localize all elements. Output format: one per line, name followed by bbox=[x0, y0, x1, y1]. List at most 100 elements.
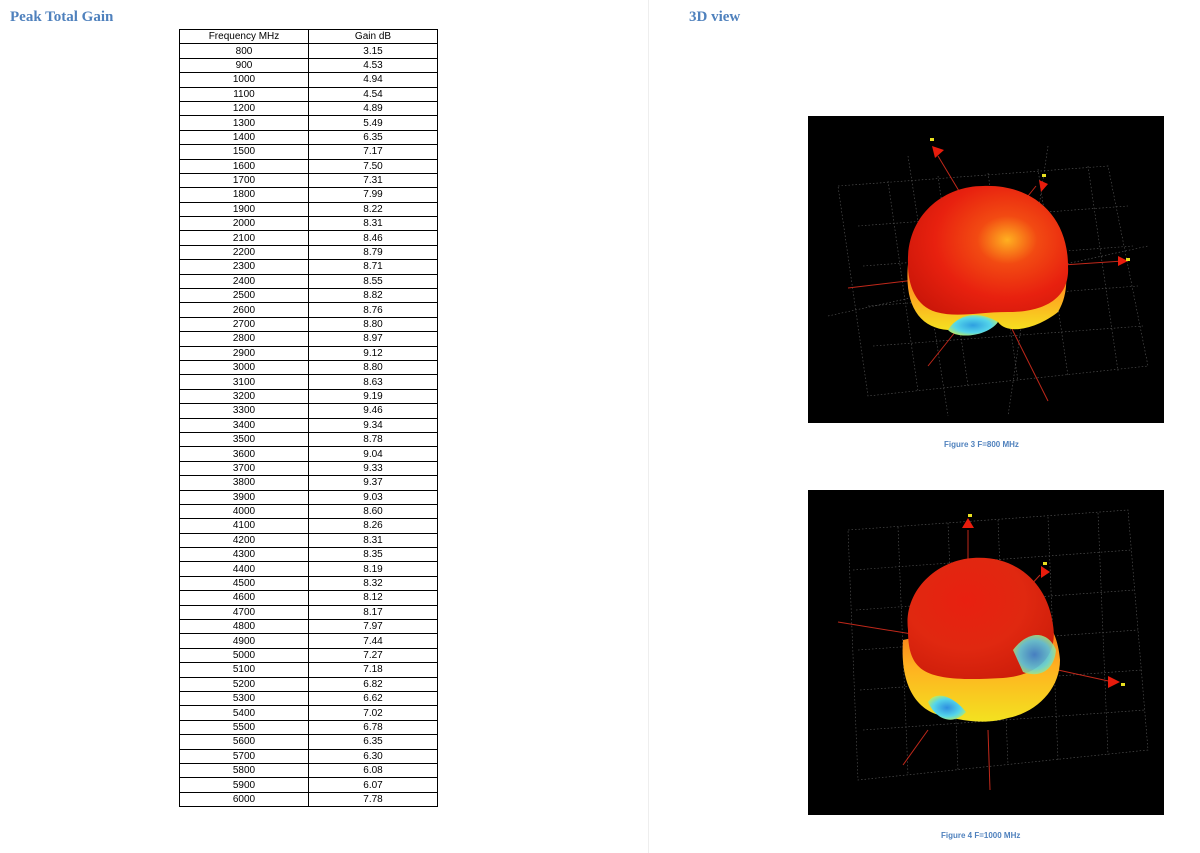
frequency-cell: 1800 bbox=[179, 187, 309, 203]
frequency-cell: 4800 bbox=[179, 619, 309, 635]
gain-cell: 6.78 bbox=[308, 719, 438, 736]
frequency-cell: 3200 bbox=[179, 388, 309, 405]
table-row: 5700 6.30 bbox=[179, 748, 438, 764]
table-row: 2100 8.46 bbox=[179, 230, 438, 246]
table-row: 3500 8.78 bbox=[179, 431, 438, 448]
table-row: 5900 6.07 bbox=[179, 777, 438, 793]
gain-cell: 5.49 bbox=[308, 115, 438, 131]
table-row: 5400 7.02 bbox=[179, 705, 438, 721]
gain-cell: 9.34 bbox=[308, 417, 438, 433]
frequency-cell: 5600 bbox=[179, 734, 309, 750]
table-row: 2900 9.12 bbox=[179, 345, 438, 361]
gain-cell: 6.07 bbox=[308, 777, 438, 793]
gain-table: Frequency MHz Gain dB 800 3.15 900 4.53 1000… bbox=[179, 28, 438, 808]
frequency-cell: 900 bbox=[179, 57, 309, 74]
table-row: 4100 8.26 bbox=[179, 518, 438, 534]
table-row: 2400 8.55 bbox=[179, 273, 438, 290]
right-page: 3D view Figure 3 F=800 MHz Figure 4 F=10… bbox=[649, 0, 1200, 853]
frequency-cell: 2900 bbox=[179, 345, 309, 361]
frequency-cell: 3900 bbox=[179, 489, 309, 505]
frequency-cell: 3500 bbox=[179, 431, 309, 448]
frequency-cell: 3400 bbox=[179, 417, 309, 433]
frequency-cell: 1100 bbox=[179, 86, 309, 102]
table-row: 4700 8.17 bbox=[179, 604, 438, 621]
table-row: 3700 9.33 bbox=[179, 460, 438, 477]
frequency-cell: 5100 bbox=[179, 662, 309, 678]
gain-cell: 8.60 bbox=[308, 503, 438, 520]
table-row: 4000 8.60 bbox=[179, 503, 438, 520]
table-row: 3900 9.03 bbox=[179, 489, 438, 505]
gain-cell: 9.03 bbox=[308, 489, 438, 505]
gain-cell: 8.32 bbox=[308, 575, 438, 592]
frequency-cell: 3100 bbox=[179, 374, 309, 390]
gain-cell: 8.26 bbox=[308, 518, 438, 534]
frequency-cell: 5500 bbox=[179, 719, 309, 736]
table-row: 1400 6.35 bbox=[179, 129, 438, 146]
table-row: 5600 6.35 bbox=[179, 734, 438, 750]
table-row: 1000 4.94 bbox=[179, 72, 438, 88]
gain-cell: 6.35 bbox=[308, 129, 438, 146]
frequency-cell: 2300 bbox=[179, 259, 309, 275]
gain-cell: 8.46 bbox=[308, 230, 438, 246]
gain-cell: 8.79 bbox=[308, 244, 438, 261]
gain-cell: 7.18 bbox=[308, 662, 438, 678]
gain-cell: 7.99 bbox=[308, 187, 438, 203]
frequency-cell: 1300 bbox=[179, 115, 309, 131]
gain-cell: 8.55 bbox=[308, 273, 438, 290]
gain-cell: 9.19 bbox=[308, 388, 438, 405]
frequency-cell: 1700 bbox=[179, 172, 309, 189]
table-row: 2300 8.71 bbox=[179, 259, 438, 275]
table-row: 4600 8.12 bbox=[179, 590, 438, 606]
gain-cell: 8.82 bbox=[308, 288, 438, 304]
frequency-cell: 2200 bbox=[179, 244, 309, 261]
radiation-pattern-figure-1000mhz bbox=[808, 490, 1164, 815]
table-row: 4200 8.31 bbox=[179, 532, 438, 549]
gain-cell: 9.12 bbox=[308, 345, 438, 361]
table-row: 6000 7.78 bbox=[179, 791, 438, 808]
page-title: Peak Total Gain bbox=[10, 9, 114, 25]
table-row: 4900 7.44 bbox=[179, 633, 438, 649]
gain-cell: 7.44 bbox=[308, 633, 438, 649]
frequency-cell: 5200 bbox=[179, 676, 309, 692]
frequency-cell: 4700 bbox=[179, 604, 309, 621]
gain-cell: 8.80 bbox=[308, 359, 438, 376]
frequency-column-header: Frequency MHz bbox=[179, 28, 309, 45]
frequency-cell: 4600 bbox=[179, 590, 309, 606]
gain-cell: 8.17 bbox=[308, 604, 438, 621]
frequency-cell: 1500 bbox=[179, 144, 309, 160]
gain-column-header: Gain dB bbox=[308, 28, 438, 45]
table-row: 5800 6.08 bbox=[179, 762, 438, 779]
frequency-cell: 3300 bbox=[179, 403, 309, 419]
table-row: 1800 7.99 bbox=[179, 187, 438, 203]
table-row: 800 3.15 bbox=[179, 43, 438, 59]
table-row: 3200 9.19 bbox=[179, 388, 438, 405]
frequency-cell: 4500 bbox=[179, 575, 309, 592]
figure-caption-800mhz: Figure 3 F=800 MHz bbox=[944, 440, 1019, 449]
frequency-cell: 2600 bbox=[179, 302, 309, 318]
frequency-cell: 4900 bbox=[179, 633, 309, 649]
gain-cell: 9.46 bbox=[308, 403, 438, 419]
table-header-row: Frequency MHz Gain dB bbox=[179, 28, 438, 45]
table-row: 5200 6.82 bbox=[179, 676, 438, 692]
table-row: 5100 7.18 bbox=[179, 662, 438, 678]
gain-cell: 6.35 bbox=[308, 734, 438, 750]
gain-cell: 8.31 bbox=[308, 216, 438, 232]
frequency-cell: 2800 bbox=[179, 331, 309, 347]
figure-caption-1000mhz: Figure 4 F=1000 MHz bbox=[941, 831, 1021, 840]
frequency-cell: 5400 bbox=[179, 705, 309, 721]
gain-cell: 8.63 bbox=[308, 374, 438, 390]
table-row: 2500 8.82 bbox=[179, 288, 438, 304]
frequency-cell: 5700 bbox=[179, 748, 309, 764]
gain-cell: 8.31 bbox=[308, 532, 438, 549]
frequency-cell: 5900 bbox=[179, 777, 309, 793]
gain-cell: 8.22 bbox=[308, 201, 438, 218]
radiation-pattern-figure-800mhz bbox=[808, 116, 1164, 423]
frequency-cell: 4000 bbox=[179, 503, 309, 520]
gain-cell: 6.62 bbox=[308, 690, 438, 707]
gain-cell: 8.78 bbox=[308, 431, 438, 448]
gain-cell: 6.30 bbox=[308, 748, 438, 764]
frequency-cell: 800 bbox=[179, 43, 309, 59]
table-row: 4400 8.19 bbox=[179, 561, 438, 577]
gain-cell: 7.50 bbox=[308, 158, 438, 174]
table-row: 2200 8.79 bbox=[179, 244, 438, 261]
